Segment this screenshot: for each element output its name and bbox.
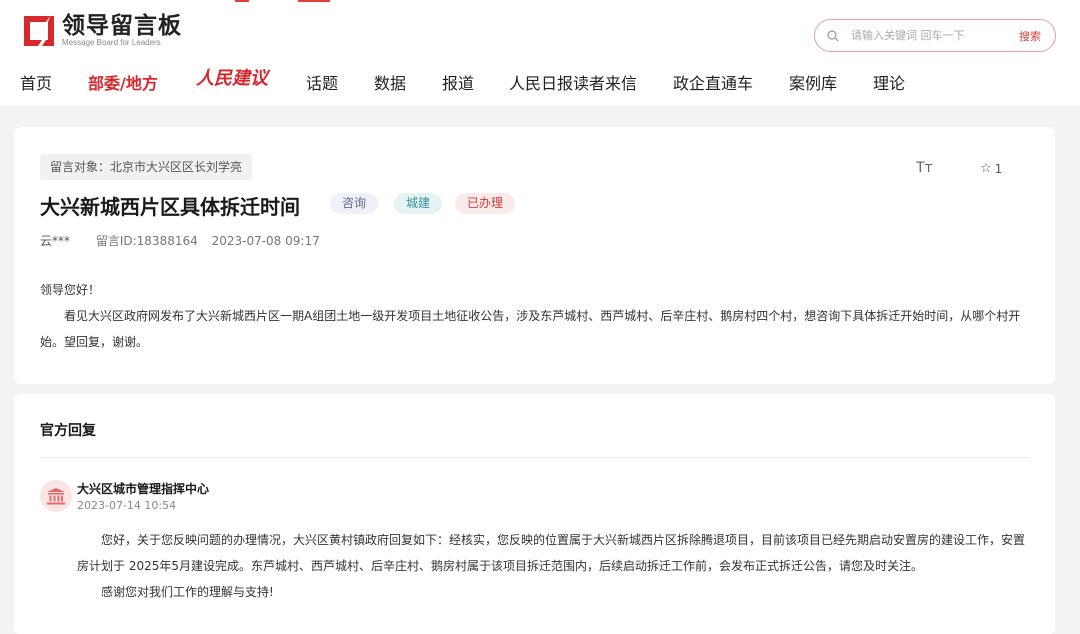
message-content: 领导您好！ 看见大兴区政府网发布了大兴新城西片区一期A组团土地一级开发项目土地征… [40, 277, 1032, 355]
nav-reports[interactable]: 报道 [442, 70, 474, 94]
nav-data[interactable]: 数据 [374, 70, 406, 94]
nav-topics[interactable]: 话题 [306, 70, 338, 94]
message-greeting: 领导您好！ [40, 283, 101, 297]
favorite-button[interactable]: ☆ 1 [980, 161, 1002, 176]
logo-title: 领导留言板 [62, 13, 182, 39]
search-box: 搜索 [814, 19, 1056, 52]
message-body: 看见大兴区政府网发布了大兴新城西片区一期A组团土地一级开发项目土地征收公告，涉及… [40, 309, 1021, 349]
star-icon: ☆ [980, 161, 992, 176]
top-accent-mark [235, 0, 249, 2]
message-card: 留言对象：北京市大兴区区长刘学亮 Tт ☆ 1 大兴新城西片区具体拆迁时间 咨询… [14, 127, 1055, 384]
author-name: 云*** [40, 234, 71, 248]
reply-section-title: 官方回复 [40, 423, 96, 439]
reply-thanks: 感谢您对我们工作的理解与支持! [101, 585, 274, 599]
favorite-count: 1 [994, 161, 1003, 176]
nav-gov-enterprise[interactable]: 政企直通车 [673, 70, 753, 94]
nav-case-library[interactable]: 案例库 [789, 70, 837, 94]
message-title: 大兴新城西片区具体拆迁时间 [40, 195, 300, 219]
section-divider [40, 457, 1030, 458]
nav-reader-letters[interactable]: 人民日报读者来信 [509, 70, 637, 94]
logo-subtitle: Message Board for Leaders [62, 38, 161, 47]
search-button[interactable]: 搜索 [1019, 28, 1041, 44]
message-target: 留言对象：北京市大兴区区长刘学亮 [40, 154, 253, 180]
message-id: 留言ID:18388164 [95, 234, 198, 248]
government-building-icon [40, 480, 72, 512]
tag-urban-construction: 城建 [394, 193, 443, 214]
reply-content: 您好，关于您反映问题的办理情况，大兴区黄村镇政府回复如下：经核实，您反映的位置属… [77, 527, 1033, 605]
tag-consult: 咨询 [330, 193, 379, 214]
site-logo[interactable]: 领导留言板 Message Board for Leaders [20, 14, 182, 48]
search-icon [827, 29, 839, 41]
nav-ministries-local[interactable]: 部委/地方 [88, 70, 158, 94]
logo-icon [20, 14, 56, 48]
nav-theory[interactable]: 理论 [873, 70, 905, 94]
nav-home[interactable]: 首页 [20, 70, 52, 94]
status-badge: 已办理 [455, 193, 516, 214]
top-accent-mark [298, 0, 330, 2]
message-meta: 云*** 留言ID:18388164 2023-07-08 09:17 [40, 232, 320, 249]
reply-department: 大兴区城市管理指挥中心 [77, 482, 210, 496]
official-reply-card: 官方回复 大兴区城市管理指挥中心 2023-07-14 10:54 您好，关于您… [14, 394, 1055, 634]
search-input[interactable] [851, 29, 1011, 42]
reply-datetime: 2023-07-14 10:54 [77, 499, 177, 512]
font-size-toggle-button[interactable]: Tт [916, 160, 933, 176]
site-header: 领导留言板 Message Board for Leaders 搜索 首页 部委… [0, 0, 1080, 106]
nav-people-suggestions[interactable]: 人民建议 [196, 64, 268, 90]
reply-paragraph: 您好，关于您反映问题的办理情况，大兴区黄村镇政府回复如下：经核实，您反映的位置属… [77, 533, 1026, 573]
message-datetime: 2023-07-08 09:17 [211, 234, 320, 248]
